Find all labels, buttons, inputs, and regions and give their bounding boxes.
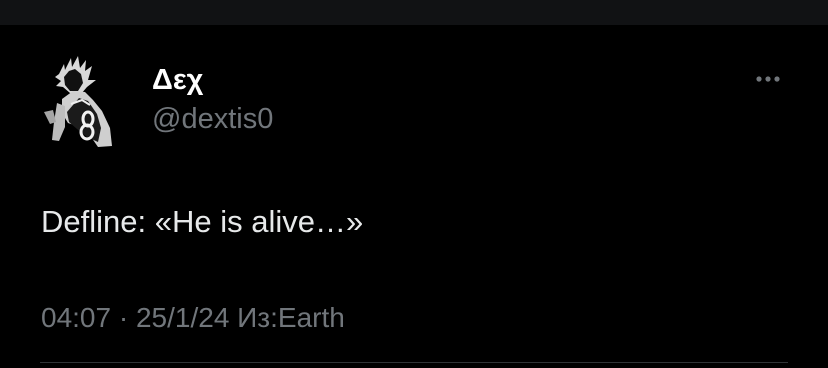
tweet-meta: 04:07 · 25/1/24 Из:Earth (41, 300, 345, 336)
divider (40, 362, 788, 363)
meta-separator: · (111, 302, 136, 333)
more-horizontal-icon (756, 76, 780, 82)
tweet-time: 04:07 (41, 302, 112, 333)
avatar[interactable] (40, 56, 116, 148)
tweet-source: Из:Earth (237, 302, 345, 333)
tweet-date: 25/1/24 (135, 302, 230, 333)
tweet-detail-screen: Δεχ @dextis0 Defline: «He is alive…» 04:… (0, 0, 828, 368)
tweet-text: Defline: «He is alive…» (41, 204, 364, 239)
anime-character-avatar-icon (40, 56, 116, 148)
more-options-button[interactable] (748, 66, 790, 94)
display-name[interactable]: Δεχ (152, 62, 203, 98)
user-handle[interactable]: @dextis0 (152, 101, 273, 137)
top-bar (0, 0, 828, 25)
